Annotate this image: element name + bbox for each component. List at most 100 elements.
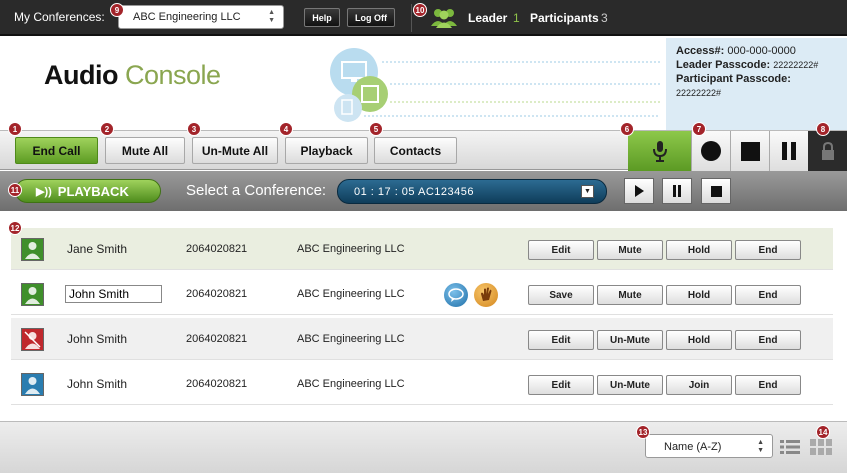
footer-bar: Name (A-Z) ▲ ▼ xyxy=(0,421,847,473)
edit-button[interactable]: Edit xyxy=(528,330,594,350)
participant-company: ABC Engineering LLC xyxy=(297,378,405,390)
callout-badge: 5 xyxy=(369,122,383,136)
participant-company: ABC Engineering LLC xyxy=(297,288,405,300)
conference-select-value: ABC Engineering LLC xyxy=(133,11,241,23)
contacts-button[interactable]: Contacts xyxy=(374,137,457,164)
mute-button[interactable]: Mute xyxy=(597,285,663,305)
log-off-button[interactable]: Log Off xyxy=(347,8,395,27)
chat-icon[interactable] xyxy=(444,283,468,307)
raised-hand-icon[interactable] xyxy=(474,283,498,307)
unmute-all-button[interactable]: Un-Mute All xyxy=(192,137,278,164)
pause-icon xyxy=(782,142,796,160)
participant-phone: 2064020821 xyxy=(186,378,248,390)
hold-button[interactable]: Hold xyxy=(666,285,732,305)
page-title: Audio Console xyxy=(44,60,221,90)
callout-badge: 8 xyxy=(816,122,830,136)
divider xyxy=(411,4,412,32)
participant-name: Jane Smith xyxy=(67,242,128,256)
callout-badge: 4 xyxy=(279,122,293,136)
microphone-button[interactable] xyxy=(628,131,691,171)
stop-button[interactable] xyxy=(730,131,769,171)
participants-count: 3 xyxy=(601,11,608,25)
conference-select[interactable]: ABC Engineering LLC ▲ ▼ xyxy=(118,5,284,29)
play-button[interactable] xyxy=(624,178,654,204)
callout-badge: 3 xyxy=(187,122,201,136)
stop-icon xyxy=(740,141,760,161)
callout-badge: 13 xyxy=(636,425,650,439)
play-icon xyxy=(635,185,644,197)
help-button[interactable]: Help xyxy=(304,8,340,27)
unmute-button[interactable]: Un-Mute xyxy=(597,375,663,395)
unmute-button[interactable]: Un-Mute xyxy=(597,330,663,350)
participant-phone: 2064020821 xyxy=(186,288,248,300)
list-view-icon[interactable] xyxy=(780,439,800,455)
speaker-icon: ▶)) xyxy=(36,185,52,198)
end-call-button[interactable]: End Call xyxy=(15,137,98,164)
pause-icon xyxy=(673,185,681,197)
my-conferences-label: My Conferences: xyxy=(14,10,105,24)
conference-dropdown-value: 01 : 17 : 05 AC123456 xyxy=(354,186,474,198)
edit-button[interactable]: Edit xyxy=(528,240,594,260)
mute-button[interactable]: Mute xyxy=(597,240,663,260)
participants-icon xyxy=(431,9,457,28)
participant-list: Jane Smith 2064020821 ABC Engineering LL… xyxy=(0,211,847,421)
participant-name-input[interactable] xyxy=(65,285,162,303)
participant-phone: 2064020821 xyxy=(186,243,248,255)
participant-company: ABC Engineering LLC xyxy=(297,243,405,255)
decorative-graphic xyxy=(330,48,660,122)
avatar xyxy=(21,238,44,261)
conference-dropdown[interactable]: 01 : 17 : 05 AC123456 ▼ xyxy=(337,179,607,204)
join-button[interactable]: Join xyxy=(666,375,732,395)
participant-phone: 2064020821 xyxy=(186,333,248,345)
leader-count: 1 xyxy=(513,11,520,25)
participant-passcode-value: 22222222# xyxy=(676,88,722,98)
edit-button[interactable]: Edit xyxy=(528,375,594,395)
participant-row: John Smith 2064020821 ABC Engineering LL… xyxy=(11,318,833,360)
lock-icon xyxy=(821,141,834,160)
record-button[interactable] xyxy=(691,131,730,171)
avatar-muted xyxy=(21,328,44,351)
participant-name: John Smith xyxy=(67,377,128,391)
conference-bar: ▶)) PLAYBACK Select a Conference: 01 : 1… xyxy=(0,171,847,211)
microphone-icon xyxy=(652,141,667,162)
participant-name: John Smith xyxy=(67,332,128,346)
leader-label: Leader xyxy=(468,11,508,25)
callout-badge: 2 xyxy=(100,122,114,136)
header: Audio Console Access#: 000-000-0000 Lead… xyxy=(0,38,847,130)
participant-row: John Smith 2064020821 ABC Engineering LL… xyxy=(11,363,833,405)
sort-select[interactable]: Name (A-Z) ▲ ▼ xyxy=(645,434,773,458)
callout-badge: 14 xyxy=(816,425,830,439)
conference-stop-button[interactable] xyxy=(701,178,731,204)
lock-button[interactable] xyxy=(808,131,847,171)
sort-select-value: Name (A-Z) xyxy=(664,441,722,453)
participant-passcode-label: Participant Passcode: xyxy=(676,73,791,85)
record-icon xyxy=(701,141,721,161)
stop-icon xyxy=(710,185,722,197)
hold-button[interactable]: Hold xyxy=(666,330,732,350)
end-button[interactable]: End xyxy=(735,240,801,260)
access-info-panel: Access#: 000-000-0000 Leader Passcode: 2… xyxy=(666,38,847,130)
save-button[interactable]: Save xyxy=(528,285,594,305)
grid-view-icon[interactable] xyxy=(810,439,832,455)
avatar xyxy=(21,283,44,306)
hold-button[interactable]: Hold xyxy=(666,240,732,260)
end-button[interactable]: End xyxy=(735,285,801,305)
callout-badge: 1 xyxy=(8,122,22,136)
callout-badge: 6 xyxy=(620,122,634,136)
leader-passcode-value: 22222222# xyxy=(773,60,819,70)
participant-company: ABC Engineering LLC xyxy=(297,333,405,345)
mute-all-button[interactable]: Mute All xyxy=(105,137,185,164)
access-label: Access#: xyxy=(676,45,725,57)
playback-button[interactable]: Playback xyxy=(285,137,368,164)
participants-label: Participants xyxy=(530,11,599,25)
conference-pause-button[interactable] xyxy=(662,178,692,204)
playback-pill-button[interactable]: ▶)) PLAYBACK xyxy=(15,179,161,203)
end-button[interactable]: End xyxy=(735,330,801,350)
pause-button[interactable] xyxy=(769,131,808,171)
action-toolbar: End Call Mute All Un-Mute All Playback C… xyxy=(0,130,847,171)
callout-badge: 11 xyxy=(8,183,22,197)
avatar-on-hold xyxy=(21,373,44,396)
end-button[interactable]: End xyxy=(735,375,801,395)
participant-row: Jane Smith 2064020821 ABC Engineering LL… xyxy=(11,228,833,270)
access-value: 000-000-0000 xyxy=(727,45,796,57)
